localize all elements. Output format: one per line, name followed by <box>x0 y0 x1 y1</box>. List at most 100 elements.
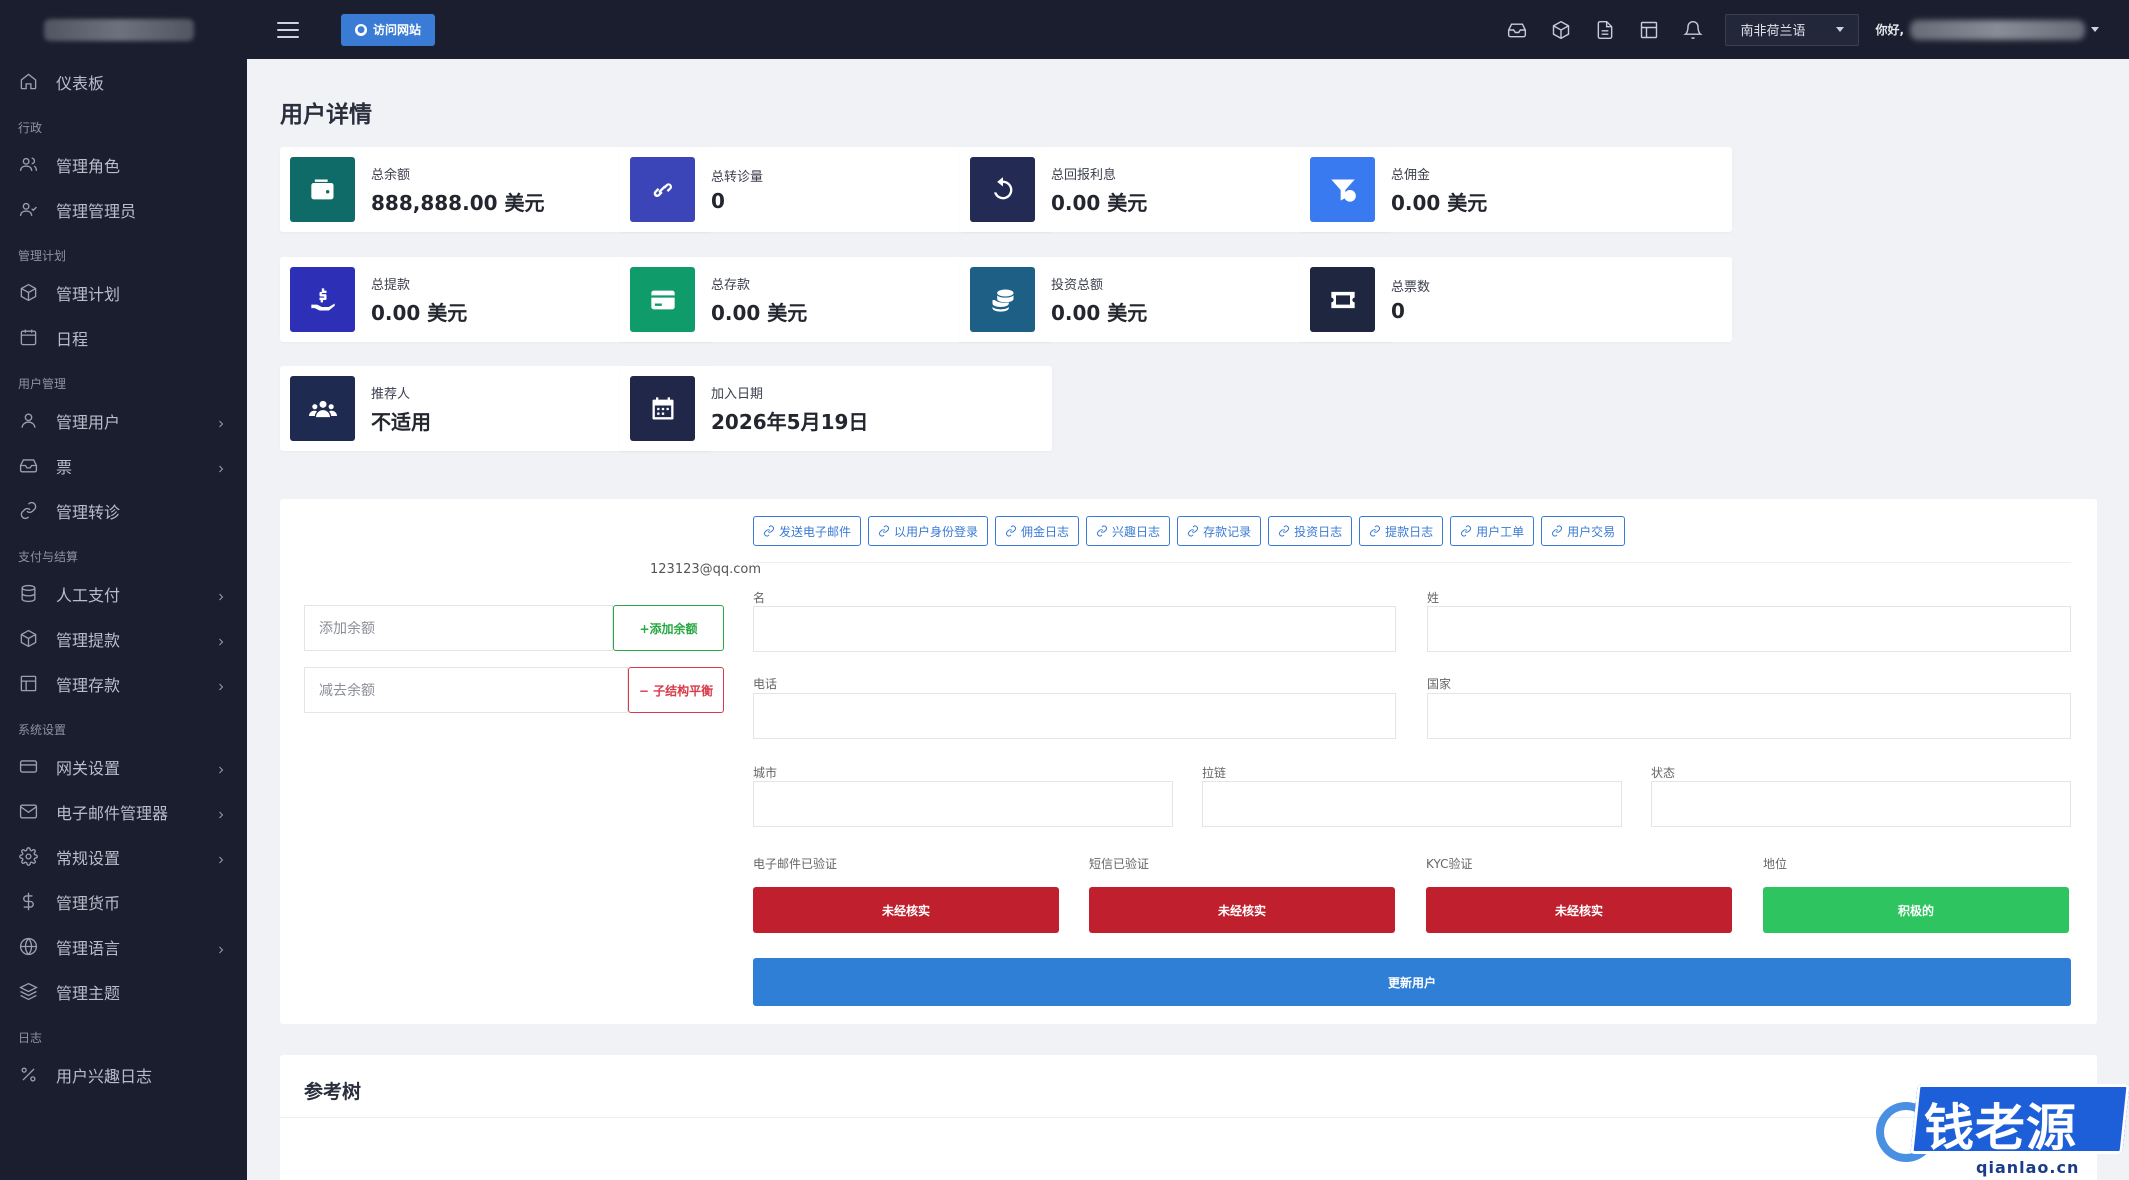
chevron-right-icon <box>215 588 227 600</box>
visit-website-button[interactable]: ● 访问网站 <box>341 13 436 46</box>
sidebar-item[interactable]: 管理计划 <box>0 270 247 315</box>
kyc-verified-toggle[interactable]: 未经核实 <box>1426 887 1732 933</box>
stat-text: 总佣金 0.00 美元 <box>1391 164 1487 216</box>
page-title: 用户详情 <box>280 102 372 128</box>
stat-value: 888,888.00 美元 <box>371 190 545 215</box>
cube-icon[interactable] <box>1539 8 1583 52</box>
sidebar-item[interactable]: 日程 <box>0 315 247 360</box>
link-icon <box>1552 525 1563 537</box>
sidebar-item-label: 日程 <box>56 329 89 349</box>
user-action-link[interactable]: 用户交易 <box>1541 516 1626 546</box>
user-check-icon <box>18 200 38 220</box>
globe-icon <box>18 937 38 957</box>
inbox-icon <box>18 456 38 476</box>
sidebar-item[interactable]: 管理主题 <box>0 969 247 1014</box>
last-name-input[interactable] <box>1427 606 2071 652</box>
user-detail-panel: 123123@qq.com 添加余额 +添加余额 减去余额 − 子结构平衡 发送… <box>280 499 2097 1024</box>
stat-value: 2026年5月19日 <box>711 409 869 434</box>
sidebar-item[interactable]: 人工支付 <box>0 571 247 616</box>
sidebar-item-label: 管理货币 <box>56 893 121 913</box>
stat-text: 加入日期 2026年5月19日 <box>711 383 868 435</box>
stat-value: 0.00 美元 <box>1051 190 1148 215</box>
country-input[interactable] <box>1427 693 2071 739</box>
sidebar-item[interactable]: 管理角色 <box>0 142 247 187</box>
stat-card: 总佣金 0.00 美元 <box>1300 147 1732 232</box>
layout-icon <box>18 674 38 694</box>
city-input[interactable] <box>753 781 1173 827</box>
sidebar-item[interactable]: 管理用户 <box>0 398 247 443</box>
stat-label: 总存款 <box>711 277 751 293</box>
stat-label: 推荐人 <box>371 386 411 402</box>
user-action-link-label: 用户交易 <box>1567 524 1616 539</box>
user-action-link[interactable]: 以用户身份登录 <box>868 516 989 546</box>
sidebar-item-label: 网关设置 <box>56 758 121 778</box>
user-action-link[interactable]: 兴趣日志 <box>1086 516 1171 546</box>
subtract-balance-input[interactable]: 减去余额 <box>304 667 628 713</box>
subtract-balance-button[interactable]: − 子结构平衡 <box>628 667 724 713</box>
user-action-link-label: 存款记录 <box>1203 524 1252 539</box>
phone-input[interactable] <box>753 693 1396 739</box>
sidebar-item[interactable]: 常规设置 <box>0 834 247 879</box>
user-action-link[interactable]: 佣金日志 <box>995 516 1080 546</box>
status-toggle[interactable]: 积极的 <box>1763 887 2069 933</box>
users-icon <box>18 155 38 175</box>
main-content: 用户详情 总余额 888,888.00 美元 总转诊量 0 总回报利息 0.00 美元 总佣… <box>247 59 2129 1180</box>
stat-value: 0.00 美元 <box>711 300 808 325</box>
link-icon <box>18 501 38 521</box>
stat-text: 投资总额 0.00 美元 <box>1051 274 1147 326</box>
sidebar-item[interactable]: 用户兴趣日志 <box>0 1052 247 1097</box>
card-icon <box>18 757 38 777</box>
first-name-input[interactable] <box>753 606 1396 652</box>
user-email: 123123@qq.com <box>650 562 762 577</box>
user-action-link[interactable]: 投资日志 <box>1268 516 1353 546</box>
link-icon <box>1461 525 1472 537</box>
watermark-url: qianlao.cn <box>1976 1158 2080 1177</box>
add-balance-button[interactable]: +添加余额 <box>613 605 724 651</box>
sidebar-item[interactable]: 管理存款 <box>0 661 247 706</box>
stat-text: 总回报利息 0.00 美元 <box>1051 164 1147 216</box>
user-action-link-label: 以用户身份登录 <box>894 524 979 539</box>
undo-icon <box>970 157 1035 222</box>
update-user-button[interactable]: 更新用户 <box>753 958 2071 1006</box>
sms-verified-toggle[interactable]: 未经核实 <box>1089 887 1395 933</box>
language-select[interactable]: 南非荷兰语 <box>1725 13 1860 46</box>
user-action-link[interactable]: 存款记录 <box>1177 516 1262 546</box>
chevron-down-icon <box>1836 27 1845 32</box>
ticket-icon <box>1310 267 1375 332</box>
sidebar-item[interactable]: 管理管理员 <box>0 187 247 232</box>
sidebar-item[interactable]: 管理语言 <box>0 924 247 969</box>
zip-input[interactable] <box>1202 781 1622 827</box>
user-menu[interactable]: 你好, <box>1875 19 2099 40</box>
layers-icon <box>18 982 38 1002</box>
user-action-link[interactable]: 用户工单 <box>1450 516 1535 546</box>
sidebar-item[interactable]: 管理转诊 <box>0 488 247 533</box>
sidebar-logo[interactable] <box>0 0 247 59</box>
watermark-logo: 钱老源码 qianlao.cn <box>1876 1072 2129 1180</box>
inbox-icon[interactable] <box>1495 8 1539 52</box>
stat-text: 总票数 0 <box>1391 276 1430 323</box>
table-icon[interactable] <box>1627 8 1671 52</box>
visit-website-label: 访问网站 <box>373 23 422 37</box>
bell-icon[interactable] <box>1671 8 1715 52</box>
sidebar-item[interactable]: 管理货币 <box>0 879 247 924</box>
user-action-link[interactable]: 发送电子邮件 <box>753 516 862 546</box>
sidebar: 仪表板 行政 管理角色 管理管理员 管理计划 管理计划 日程 用户管理 管理用户票管理转诊 支付与… <box>0 0 247 1180</box>
sidebar-item[interactable]: 仪表板 <box>0 59 247 104</box>
stat-text: 总转诊量 0 <box>711 166 763 213</box>
sidebar-item[interactable]: 管理提款 <box>0 616 247 661</box>
menu-toggle-icon[interactable] <box>277 21 299 38</box>
sidebar-item-label: 管理语言 <box>56 938 121 958</box>
hand-dollar-icon <box>290 267 355 332</box>
email-verified-toggle[interactable]: 未经核实 <box>753 887 1059 933</box>
add-balance-input[interactable]: 添加余额 <box>304 605 613 651</box>
sidebar-item[interactable]: 网关设置 <box>0 744 247 789</box>
sidebar-item[interactable]: 票 <box>0 443 247 488</box>
user-action-link[interactable]: 提款日志 <box>1359 516 1444 546</box>
user-action-link-label: 兴趣日志 <box>1112 524 1161 539</box>
sidebar-item[interactable]: 电子邮件管理器 <box>0 789 247 834</box>
mail-icon <box>18 802 38 822</box>
last-name-label: 姓 <box>1427 591 1440 605</box>
file-icon[interactable] <box>1583 8 1627 52</box>
state-input[interactable] <box>1651 781 2071 827</box>
sidebar-section-heading: 用户管理 <box>18 376 67 391</box>
